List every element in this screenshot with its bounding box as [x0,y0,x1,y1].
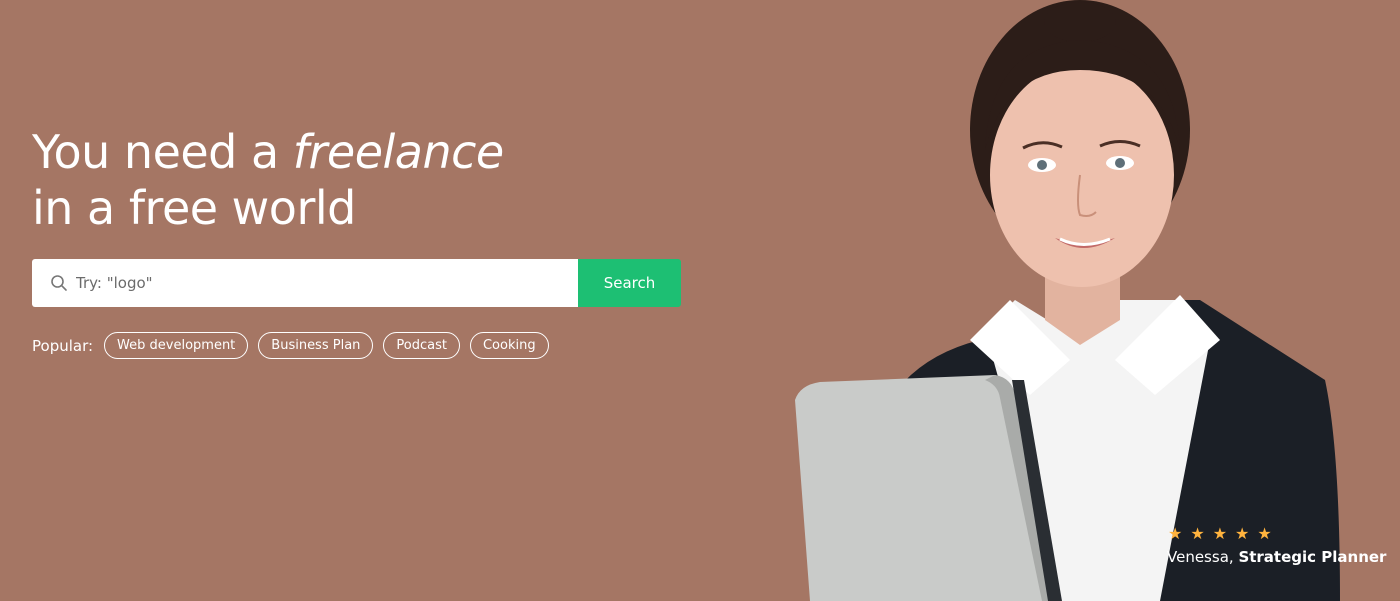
hero-title: You need a freelance in a free world [32,124,504,236]
hero-person-image [795,0,1340,601]
hero-title-line2: in a free world [32,181,356,235]
hero-title-prefix: You need a [32,125,293,179]
star-icon: ★ [1235,524,1250,543]
search-icon [50,274,68,292]
star-icon: ★ [1190,524,1205,543]
hero-title-emphasis: freelance [292,125,504,179]
star-icon: ★ [1257,524,1272,543]
popular-tag-business-plan[interactable]: Business Plan [258,332,374,359]
testimonial: ★ ★ ★ ★ ★ Venessa, Strategic Planner [1167,524,1386,566]
testimonial-role: Strategic Planner [1238,548,1387,566]
popular-tag-podcast[interactable]: Podcast [383,332,460,359]
star-icon: ★ [1212,524,1228,543]
popular-tag-web-development[interactable]: Web development [104,332,249,359]
popular-label: Popular: [32,336,94,355]
testimonial-person: Venessa, Strategic Planner [1167,548,1386,566]
search-bar: Search [32,259,681,307]
popular-tag-cooking[interactable]: Cooking [469,332,549,359]
search-input[interactable] [76,259,578,307]
search-button[interactable]: Search [578,259,681,307]
popular-searches: Popular: Web development Business Plan P… [32,332,549,359]
testimonial-name: Venessa, [1167,548,1234,566]
star-icon: ★ [1168,524,1183,543]
search-field[interactable] [32,259,578,307]
rating-stars: ★ ★ ★ ★ ★ [1168,524,1386,544]
